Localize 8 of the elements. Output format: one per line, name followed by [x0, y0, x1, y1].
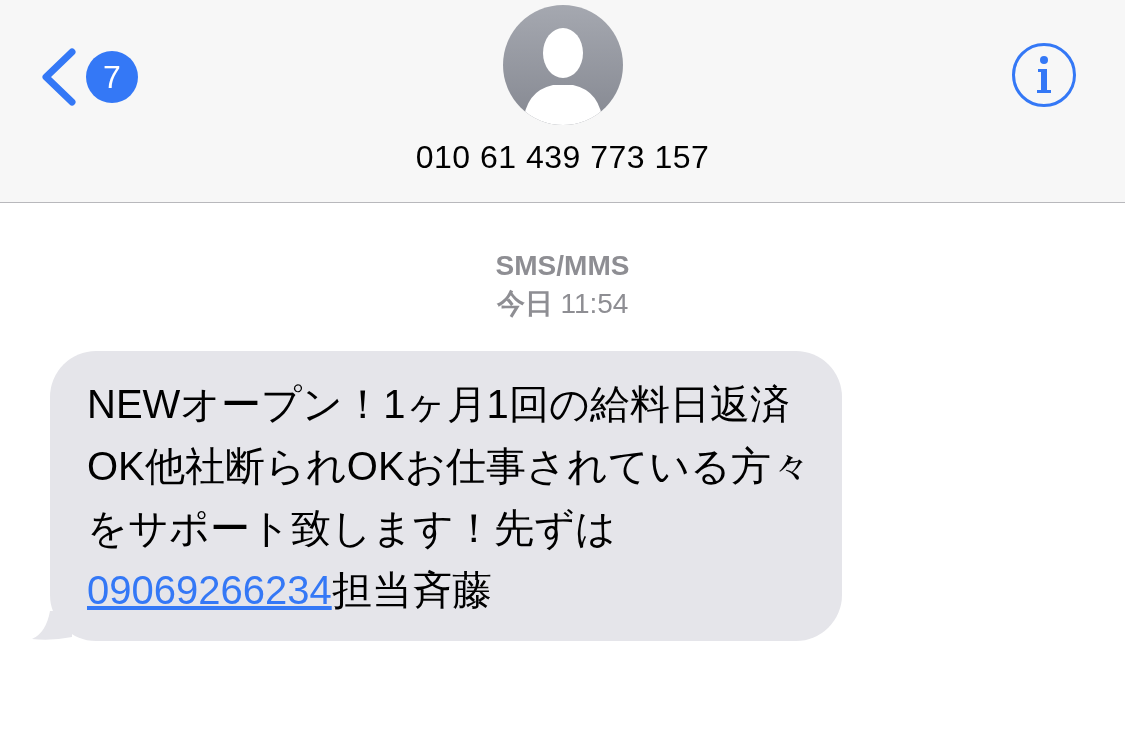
- unread-badge: 7: [86, 51, 138, 103]
- bubble-tail: [32, 611, 72, 641]
- timestamp: 今日 11:54: [496, 287, 629, 321]
- message-bubble: NEWオープン！1ヶ月1回の給料日返済OK他社断られOKお仕事されている方々をサポート致します！先ずは 09069266234担当斉藤: [50, 351, 842, 641]
- info-icon[interactable]: [1011, 42, 1077, 108]
- phone-link[interactable]: 09069266234: [87, 568, 332, 612]
- contact-number: 010 61 439 773 157: [415, 139, 710, 176]
- service-label: SMS/MMS: [495, 249, 630, 283]
